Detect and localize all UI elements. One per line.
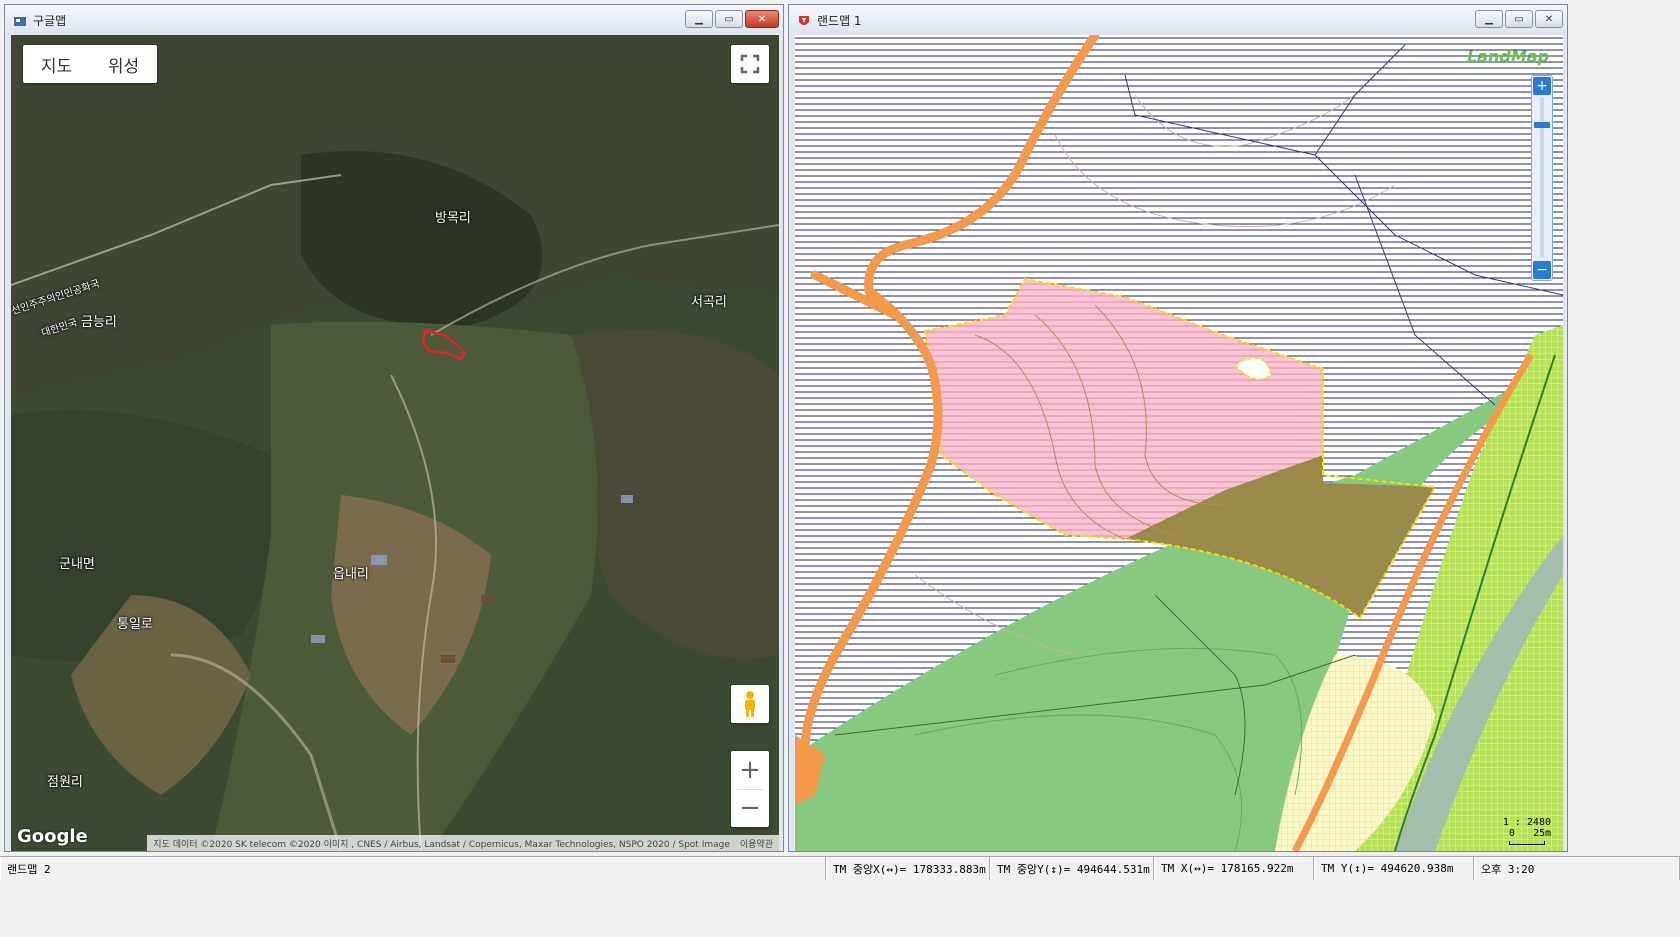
close-icon: ✕ — [1544, 13, 1554, 25]
minimize-button[interactable]: ▁ — [1475, 10, 1503, 28]
desktop-background — [0, 880, 1680, 937]
window-title: 구글맵 — [33, 13, 67, 28]
minus-icon: − — [1536, 262, 1548, 278]
status-tm-center-y: TM 중앙Y(↕)= 494644.531m — [990, 857, 1154, 880]
place-label-seogokri: 서곡리 — [691, 295, 727, 310]
fullscreen-icon — [740, 54, 760, 74]
maximize-button[interactable]: ▭ — [1505, 10, 1533, 28]
satellite-map[interactable]: 지도 위성 방목리 서곡리 금능리 선인주주의인민공화국 대한민국 군내면 읍내… — [11, 35, 779, 851]
plus-icon: + — [1536, 78, 1548, 94]
map-attribution: 지도 데이터 ©2020 SK telecom ©2020 이미지 , CNES… — [147, 835, 779, 851]
window-title: 랜드맵 1 — [817, 13, 862, 28]
place-label-gunnaemyeon: 군내면 — [59, 557, 95, 572]
google-logo: Google — [17, 826, 88, 847]
maximize-icon: ▭ — [724, 13, 734, 25]
place-label-jeomwonri: 점원리 — [47, 775, 83, 790]
scale-bar-start: 0 — [1508, 828, 1515, 839]
app-icon — [13, 13, 27, 27]
scale-bar — [1508, 841, 1545, 845]
zoom-in-button[interactable]: + — [731, 751, 769, 789]
place-label-tongilro: 통일로 — [117, 617, 153, 632]
place-label-geumneungri: 금능리 — [81, 315, 117, 330]
attribution-text: 지도 데이터 ©2020 SK telecom ©2020 이미지 , CNES… — [153, 839, 730, 850]
google-map-titlebar[interactable]: 구글맵 ▁ ▭ ✕ — [5, 5, 783, 35]
landmap-zoom-out-button[interactable]: − — [1533, 261, 1551, 279]
scale-ratio: 1 : 2480 — [1502, 817, 1551, 828]
fullscreen-button[interactable] — [731, 45, 769, 83]
plus-icon: + — [739, 755, 761, 785]
status-tm-y: TM Y(↕)= 494620.938m — [1314, 857, 1474, 880]
street-view-button[interactable] — [731, 685, 769, 723]
satellite-tab-button[interactable]: 위성 — [108, 52, 139, 77]
status-tm-x: TM X(↔)= 178165.922m — [1154, 857, 1314, 880]
zoom-control: + − — [731, 751, 769, 827]
scale-bar-end: 25m — [1532, 828, 1551, 839]
status-bar: 랜드맵 2 TM 중앙X(↔)= 178333.883m TM 중앙Y(↕)= … — [0, 856, 1680, 880]
cadastral-map-drawing — [795, 35, 1563, 851]
zoom-out-button[interactable]: − — [731, 789, 769, 827]
landmap-zoom-in-button[interactable]: + — [1533, 77, 1551, 95]
landmap-titlebar[interactable]: 랜드맵 1 ▁ ▭ ✕ — [789, 5, 1567, 35]
place-label-eupnaeri: 읍내리 — [333, 567, 369, 582]
landmap-logo: LandMap — [1466, 47, 1549, 66]
landmap-app-icon — [797, 13, 811, 27]
satellite-imagery — [11, 35, 779, 851]
status-app-name: 랜드맵 2 — [0, 857, 826, 880]
cadastral-map[interactable]: LandMap + − 1 : 2480 0 25m — [795, 35, 1563, 851]
pegman-icon — [745, 691, 755, 717]
scale-indicator: 1 : 2480 0 25m — [1503, 817, 1551, 845]
status-clock: 오후 3:20 — [1474, 857, 1680, 880]
zoom-thumb[interactable] — [1534, 122, 1550, 128]
close-button[interactable]: ✕ — [745, 10, 779, 28]
map-tab-button[interactable]: 지도 — [41, 52, 72, 77]
minimize-button[interactable]: ▁ — [685, 10, 713, 28]
maximize-icon: ▭ — [1514, 13, 1524, 25]
minus-icon: − — [739, 793, 761, 823]
place-label-bangmokri: 방목리 — [435, 211, 471, 226]
status-tm-center-x: TM 중앙X(↔)= 178333.883m — [826, 857, 990, 880]
zoom-divider — [737, 789, 763, 790]
close-button[interactable]: ✕ — [1535, 10, 1563, 28]
map-type-control: 지도 위성 — [23, 45, 157, 83]
landmap-window: 랜드맵 1 ▁ ▭ ✕ LandMap + − 1: 2480 0 25m — [788, 4, 1568, 852]
maximize-button[interactable]: ▭ — [715, 10, 743, 28]
minimize-icon: ▁ — [695, 13, 703, 25]
landmap-zoom-slider[interactable]: + − — [1531, 75, 1553, 281]
terms-link[interactable]: 이용약관 — [740, 837, 773, 850]
google-map-window: 구글맵 ▁ ▭ ✕ 지도 위성 방목리 서곡리 금능리 선인주주의인민공화국 대… — [4, 4, 784, 852]
close-icon: ✕ — [757, 13, 767, 25]
minimize-icon: ▁ — [1485, 13, 1493, 25]
